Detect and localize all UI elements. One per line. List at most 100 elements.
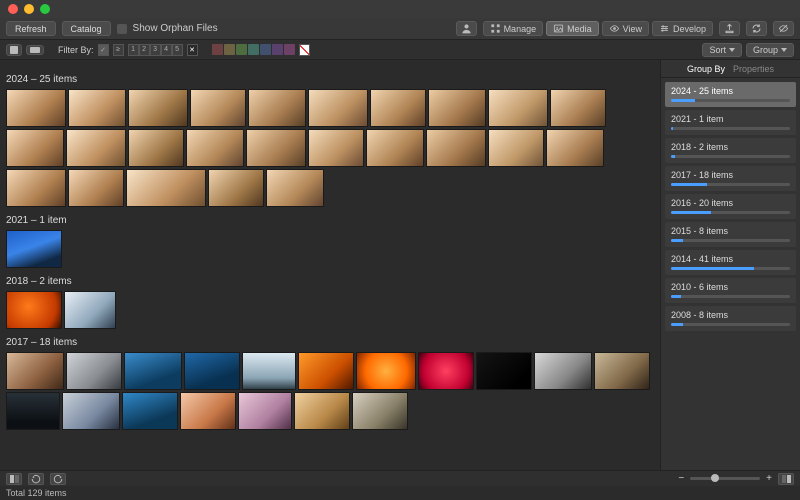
thumbnail[interactable]	[546, 129, 604, 167]
sync-button[interactable]	[746, 21, 767, 36]
thumbnail[interactable]	[308, 129, 364, 167]
group-list-item[interactable]: 2008 - 8 items	[665, 306, 796, 331]
group-header[interactable]: 2021 – 1 item	[6, 215, 650, 226]
thumbnail[interactable]	[184, 352, 240, 390]
thumbnail[interactable]	[352, 392, 408, 430]
rating-filter-2[interactable]: 2	[139, 44, 150, 56]
thumbnail[interactable]	[488, 89, 548, 127]
color-filter-swatch[interactable]	[272, 44, 283, 55]
thumbnail[interactable]	[68, 89, 126, 127]
mode-tab-develop[interactable]: Develop	[652, 21, 713, 36]
thumbnail[interactable]	[6, 392, 60, 430]
thumbnail[interactable]	[64, 291, 116, 329]
color-filter-swatch[interactable]	[248, 44, 259, 55]
thumbnail[interactable]	[298, 352, 354, 390]
export-button[interactable]	[719, 21, 740, 36]
group-list-item[interactable]: 2016 - 20 items	[665, 194, 796, 219]
filter-gte-toggle[interactable]: ≥	[113, 44, 124, 56]
mode-tab-view[interactable]: View	[602, 21, 649, 36]
group-header[interactable]: 2024 – 25 items	[6, 74, 650, 85]
mode-tab-media[interactable]: Media	[546, 21, 599, 36]
thumbnail[interactable]	[294, 392, 350, 430]
thumbnail[interactable]	[208, 169, 264, 207]
view-grid-toggle[interactable]	[6, 44, 22, 56]
thumbnail[interactable]	[126, 169, 206, 207]
group-list-item[interactable]: 2018 - 2 items	[665, 138, 796, 163]
thumbnail[interactable]	[128, 129, 184, 167]
thumbnail[interactable]	[418, 352, 474, 390]
sort-dropdown[interactable]: Sort	[702, 43, 742, 57]
catalog-button[interactable]: Catalog	[62, 21, 111, 36]
group-list-item[interactable]: 2017 - 18 items	[665, 166, 796, 191]
group-list-item[interactable]: 2024 - 25 items	[665, 82, 796, 107]
thumbnail[interactable]	[370, 89, 426, 127]
thumb-size-slider[interactable]	[690, 477, 760, 480]
thumbnail[interactable]	[366, 129, 424, 167]
view-list-toggle[interactable]	[26, 45, 44, 55]
thumbnail[interactable]	[128, 89, 188, 127]
color-filter-swatch[interactable]	[284, 44, 295, 55]
sidebar-tab-groupby[interactable]: Group By	[687, 64, 725, 74]
thumbnail[interactable]	[66, 129, 126, 167]
color-filter-swatch[interactable]	[212, 44, 223, 55]
mode-tab-manage[interactable]: Manage	[483, 21, 544, 36]
thumbnail[interactable]	[190, 89, 246, 127]
close-icon[interactable]	[8, 4, 18, 14]
rating-filter-3[interactable]: 3	[150, 44, 161, 56]
thumbnail[interactable]	[62, 392, 120, 430]
thumbnail[interactable]	[356, 352, 416, 390]
thumbnail[interactable]	[426, 129, 486, 167]
layout-a-button[interactable]	[6, 473, 22, 485]
rotate-left-button[interactable]	[28, 473, 44, 485]
thumbnail[interactable]	[68, 169, 124, 207]
thumbnail[interactable]	[246, 129, 306, 167]
thumbnail[interactable]	[6, 129, 64, 167]
group-header[interactable]: 2017 – 18 items	[6, 337, 650, 348]
thumbnail[interactable]	[550, 89, 606, 127]
rotate-right-button[interactable]	[50, 473, 66, 485]
thumbnail[interactable]	[186, 129, 244, 167]
thumbnail[interactable]	[6, 352, 64, 390]
group-list-item[interactable]: 2014 - 41 items	[665, 250, 796, 275]
color-filter-swatch[interactable]	[236, 44, 247, 55]
group-list-item[interactable]: 2010 - 6 items	[665, 278, 796, 303]
orphan-checkbox[interactable]	[117, 24, 127, 34]
user-button[interactable]	[456, 21, 477, 36]
refresh-button[interactable]: Refresh	[6, 21, 56, 36]
thumbnail[interactable]	[124, 352, 182, 390]
rating-filter-1[interactable]: 1	[128, 44, 139, 56]
thumbnail[interactable]	[266, 169, 324, 207]
group-list-item[interactable]: 2021 - 1 item	[665, 110, 796, 135]
zoom-in-button[interactable]: +	[766, 473, 772, 484]
thumbnail[interactable]	[308, 89, 368, 127]
thumbnail[interactable]	[242, 352, 296, 390]
sidebar-tab-properties[interactable]: Properties	[733, 64, 774, 74]
zoom-icon[interactable]	[40, 4, 50, 14]
thumbnail[interactable]	[238, 392, 292, 430]
hide-button[interactable]	[773, 21, 794, 36]
thumbnail[interactable]	[248, 89, 306, 127]
thumbnail[interactable]	[534, 352, 592, 390]
thumbnail[interactable]	[6, 291, 62, 329]
rating-filter-4[interactable]: 4	[161, 44, 172, 56]
thumbnail-grid-pane[interactable]: 2024 – 25 items 2021 – 1 item 2018 – 2 ite…	[0, 60, 660, 470]
thumbnail[interactable]	[122, 392, 178, 430]
color-filter-swatch[interactable]	[224, 44, 235, 55]
thumbnail[interactable]	[594, 352, 650, 390]
minimize-icon[interactable]	[24, 4, 34, 14]
thumbnail[interactable]	[428, 89, 486, 127]
thumbnail[interactable]	[6, 169, 66, 207]
group-header[interactable]: 2018 – 2 items	[6, 276, 650, 287]
color-filter-swatch[interactable]	[260, 44, 271, 55]
group-list-item[interactable]: 2015 - 8 items	[665, 222, 796, 247]
thumbnail[interactable]	[476, 352, 532, 390]
thumbnail[interactable]	[6, 230, 62, 268]
thumbnail[interactable]	[488, 129, 544, 167]
rating-filter-5[interactable]: 5	[172, 44, 183, 56]
thumbnail[interactable]	[6, 89, 66, 127]
layout-b-button[interactable]	[778, 473, 794, 485]
group-dropdown[interactable]: Group	[746, 43, 794, 57]
thumbnail[interactable]	[180, 392, 236, 430]
thumbnail[interactable]	[66, 352, 122, 390]
no-color-swatch[interactable]	[299, 44, 310, 56]
